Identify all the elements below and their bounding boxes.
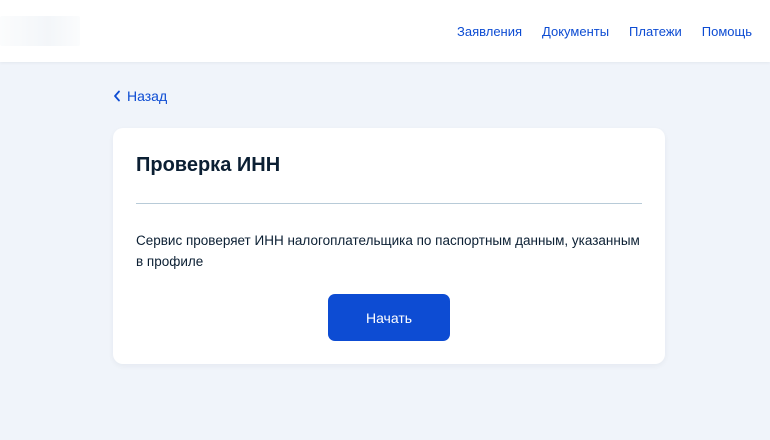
chevron-left-icon — [113, 90, 121, 102]
main-nav: Заявления Документы Платежи Помощь — [457, 24, 752, 40]
top-header: Заявления Документы Платежи Помощь — [0, 0, 770, 62]
back-link-label: Назад — [127, 88, 168, 104]
logo[interactable] — [0, 16, 80, 46]
card-description: Сервис проверяет ИНН налогоплательщика п… — [136, 233, 640, 269]
nav-link-help[interactable]: Помощь — [702, 24, 752, 40]
nav-link-payments[interactable]: Платежи — [629, 24, 682, 40]
inn-check-card: Проверка ИНН Сервис проверяет ИНН налого… — [113, 128, 665, 364]
card-title: Проверка ИНН — [136, 154, 281, 176]
nav-link-applications[interactable]: Заявления — [457, 24, 522, 40]
start-button[interactable]: Начать — [328, 294, 450, 341]
divider — [136, 203, 642, 204]
back-link[interactable]: Назад — [113, 88, 167, 104]
nav-link-documents[interactable]: Документы — [542, 24, 609, 40]
